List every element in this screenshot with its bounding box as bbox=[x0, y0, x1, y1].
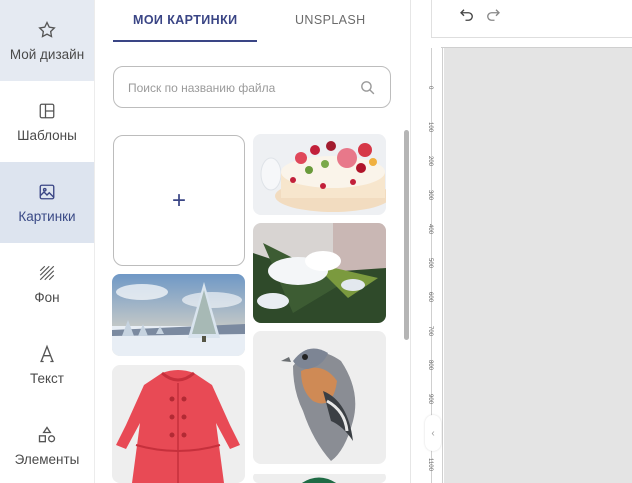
ruler-tick: 900 bbox=[427, 394, 433, 405]
image-thumb-green-item[interactable] bbox=[253, 472, 386, 483]
sidebar-item-label: Картинки bbox=[18, 208, 76, 224]
collapse-panel-button[interactable]: ‹ bbox=[425, 415, 441, 451]
ruler-tick: 0 bbox=[427, 86, 433, 90]
ruler-tick: 1100 bbox=[427, 458, 433, 471]
sidebar-item-label: Текст bbox=[30, 370, 64, 386]
sidebar-item-templates[interactable]: Шаблоны bbox=[0, 81, 94, 162]
sidebar-item-images[interactable]: Картинки bbox=[0, 162, 94, 243]
horizontal-ruler bbox=[441, 38, 632, 48]
image-thumb-red-coat[interactable] bbox=[112, 365, 245, 483]
sidebar-item-my-design[interactable]: Мой дизайн bbox=[0, 0, 94, 81]
panel-scrollbar[interactable] bbox=[404, 130, 409, 340]
shapes-icon bbox=[36, 424, 58, 446]
ruler-tick: 300 bbox=[427, 190, 433, 201]
image-thumb-snowy-pine[interactable] bbox=[253, 223, 386, 323]
sidebar-item-text[interactable]: Текст bbox=[0, 324, 94, 405]
sidebar-item-label: Элементы bbox=[14, 451, 80, 467]
sidebar-item-background[interactable]: Фон bbox=[0, 243, 94, 324]
ruler-tick: 500 bbox=[427, 258, 433, 269]
ruler-tick: 600 bbox=[427, 292, 433, 303]
ruler-tick: 700 bbox=[427, 326, 433, 337]
ruler-tick: 200 bbox=[427, 156, 433, 167]
sidebar-item-label: Фон bbox=[34, 289, 60, 305]
background-pattern-icon bbox=[36, 262, 58, 284]
search-box bbox=[113, 66, 391, 108]
image-thumb-bird[interactable] bbox=[253, 331, 386, 464]
top-toolbar bbox=[431, 0, 632, 38]
ruler-tick: 400 bbox=[427, 224, 433, 235]
undo-icon[interactable] bbox=[458, 6, 476, 24]
tab-unsplash[interactable]: UNSPLASH bbox=[295, 13, 366, 27]
tab-my-images[interactable]: МОИ КАРТИНКИ bbox=[133, 13, 237, 27]
image-icon bbox=[36, 181, 58, 203]
canvas-area[interactable] bbox=[444, 48, 632, 483]
active-tab-indicator bbox=[113, 40, 257, 42]
left-sidebar: Мой дизайн Шаблоны Картинки Фон Текст Эл… bbox=[0, 0, 95, 483]
plus-icon: + bbox=[171, 186, 186, 214]
upload-image-button[interactable]: + bbox=[113, 135, 245, 266]
template-icon bbox=[36, 100, 58, 122]
star-icon bbox=[36, 19, 58, 41]
image-thumb-winter-landscape[interactable] bbox=[112, 274, 245, 356]
sidebar-item-elements[interactable]: Элементы bbox=[0, 405, 94, 483]
panel-tabs: МОИ КАРТИНКИ UNSPLASH bbox=[113, 0, 393, 44]
search-input[interactable] bbox=[128, 78, 348, 98]
text-icon bbox=[36, 343, 58, 365]
images-panel: МОИ КАРТИНКИ UNSPLASH + bbox=[95, 0, 411, 483]
redo-icon[interactable] bbox=[484, 6, 502, 24]
sidebar-item-label: Мой дизайн bbox=[9, 46, 85, 62]
ruler-tick: 800 bbox=[427, 360, 433, 371]
image-thumb-cake[interactable] bbox=[253, 134, 386, 215]
ruler-tick: 100 bbox=[427, 122, 433, 133]
design-workspace: 0 100 200 300 400 500 600 700 800 900 10… bbox=[411, 0, 632, 483]
search-icon[interactable] bbox=[359, 79, 376, 101]
sidebar-item-label: Шаблоны bbox=[17, 127, 77, 143]
chevron-left-icon: ‹ bbox=[431, 427, 435, 439]
